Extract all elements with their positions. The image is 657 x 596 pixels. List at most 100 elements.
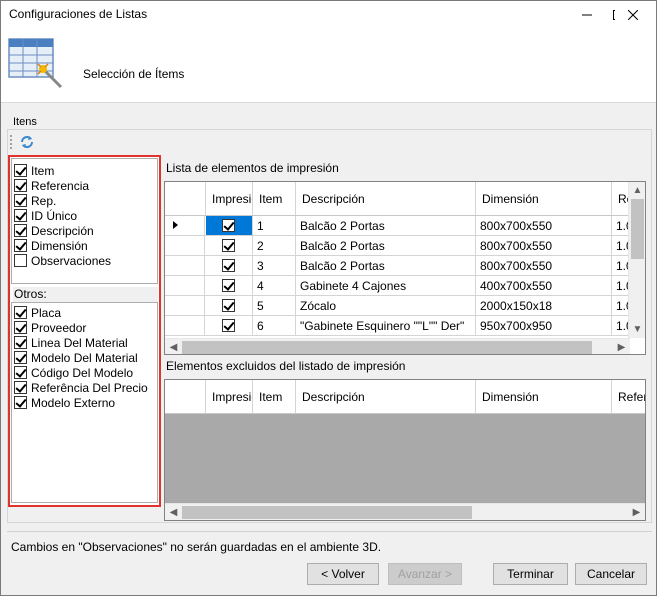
close-icon[interactable] bbox=[610, 1, 656, 29]
print-checkbox[interactable] bbox=[222, 259, 235, 272]
header-impresion[interactable]: Impresió bbox=[206, 380, 253, 413]
cell-item[interactable]: 3 bbox=[253, 256, 296, 275]
maximize-icon[interactable] bbox=[569, 1, 615, 29]
header-descripcion[interactable]: Descripción bbox=[296, 182, 476, 215]
row-selector[interactable] bbox=[165, 236, 205, 255]
checkbox[interactable] bbox=[14, 321, 27, 334]
cell-descripcion[interactable]: "Gabinete Esquinero ""L"" Der" bbox=[296, 316, 476, 335]
checklist-item-referencia-precio[interactable]: Referência Del Precio bbox=[14, 380, 148, 395]
cell-descripcion[interactable]: Balcão 2 Portas bbox=[296, 236, 476, 255]
header-item[interactable]: Item bbox=[253, 380, 296, 413]
cell-impresion[interactable] bbox=[206, 216, 253, 235]
cell-dimension[interactable]: 800x700x550 bbox=[476, 236, 612, 255]
cell-item[interactable]: 6 bbox=[253, 316, 296, 335]
row-selector[interactable] bbox=[165, 276, 205, 295]
print-checkbox[interactable] bbox=[222, 219, 235, 232]
table-row[interactable]: 1 Balcão 2 Portas 800x700x550 1.0 bbox=[165, 216, 645, 236]
checkbox[interactable] bbox=[14, 336, 27, 349]
cell-descripcion[interactable]: Zócalo bbox=[296, 296, 476, 315]
checklist-item-linea-material[interactable]: Linea Del Material bbox=[14, 335, 128, 350]
checklist-item-item[interactable]: Item bbox=[14, 163, 54, 178]
checklist-item-descripcion[interactable]: Descripción bbox=[14, 223, 94, 238]
checklist-item-observaciones[interactable]: Observaciones bbox=[14, 253, 111, 268]
cell-descripcion[interactable]: Balcão 2 Portas bbox=[296, 216, 476, 235]
scroll-right-icon[interactable]: ▶ bbox=[613, 339, 630, 354]
cell-dimension[interactable]: 2000x150x18 bbox=[476, 296, 612, 315]
checkbox[interactable] bbox=[14, 381, 27, 394]
table-row[interactable]: 4 Gabinete 4 Cajones 400x700x550 1.0 bbox=[165, 276, 645, 296]
table-row[interactable]: 5 Zócalo 2000x150x18 1.0 bbox=[165, 296, 645, 316]
cell-impresion[interactable] bbox=[206, 316, 253, 335]
cell-item[interactable]: 2 bbox=[253, 236, 296, 255]
finish-button[interactable]: Terminar bbox=[493, 563, 568, 585]
header-referencia[interactable]: Refere bbox=[612, 380, 645, 413]
print-checkbox[interactable] bbox=[222, 279, 235, 292]
checkbox[interactable] bbox=[14, 396, 27, 409]
print-checkbox[interactable] bbox=[222, 299, 235, 312]
cell-item[interactable]: 1 bbox=[253, 216, 296, 235]
scroll-thumb[interactable] bbox=[182, 341, 592, 354]
cell-impresion[interactable] bbox=[206, 276, 253, 295]
row-selector[interactable] bbox=[165, 256, 205, 275]
checkbox[interactable] bbox=[14, 209, 27, 222]
cell-item[interactable]: 5 bbox=[253, 296, 296, 315]
cell-item[interactable]: 4 bbox=[253, 276, 296, 295]
print-checkbox[interactable] bbox=[222, 319, 235, 332]
cell-dimension[interactable]: 800x700x550 bbox=[476, 256, 612, 275]
row-selector[interactable] bbox=[165, 316, 205, 335]
cell-impresion[interactable] bbox=[206, 296, 253, 315]
header-dimension[interactable]: Dimensión bbox=[476, 380, 612, 413]
header-impresion[interactable]: Impresió bbox=[206, 182, 253, 215]
next-button[interactable]: Avanzar > bbox=[388, 563, 462, 585]
checkbox[interactable] bbox=[14, 194, 27, 207]
cell-dimension[interactable]: 800x700x550 bbox=[476, 216, 612, 235]
checkbox[interactable] bbox=[14, 179, 27, 192]
scroll-right-icon[interactable]: ▶ bbox=[628, 504, 645, 520]
excluded-grid-hscroll[interactable]: ◀ ▶ bbox=[165, 503, 645, 520]
scroll-up-icon[interactable]: ▲ bbox=[629, 182, 645, 199]
cell-descripcion[interactable]: Balcão 2 Portas bbox=[296, 256, 476, 275]
checklist-item-placa[interactable]: Placa bbox=[14, 305, 61, 320]
cancel-button[interactable]: Cancelar bbox=[575, 563, 647, 585]
table-row[interactable]: 3 Balcão 2 Portas 800x700x550 1.0 bbox=[165, 256, 645, 276]
back-button[interactable]: < Volver bbox=[307, 563, 379, 585]
cell-dimension[interactable]: 400x700x550 bbox=[476, 276, 612, 295]
cell-impresion[interactable] bbox=[206, 256, 253, 275]
checkbox[interactable] bbox=[14, 306, 27, 319]
cell-dimension[interactable]: 950x700x950 bbox=[476, 316, 612, 335]
table-row[interactable]: 6 "Gabinete Esquinero ""L"" Der" 950x700x9… bbox=[165, 316, 645, 336]
header-item[interactable]: Item bbox=[253, 182, 296, 215]
checklist-item-rep[interactable]: Rep. bbox=[14, 193, 56, 208]
checkbox[interactable] bbox=[14, 254, 27, 267]
checklist-item-id-unico[interactable]: ID Único bbox=[14, 208, 77, 223]
columns-checklist[interactable]: Item Referencia Rep. ID Único Descripció… bbox=[11, 158, 158, 284]
refresh-icon[interactable] bbox=[19, 134, 35, 150]
otros-checklist[interactable]: Placa Proveedor Linea Del Material Model… bbox=[11, 302, 158, 503]
scroll-down-icon[interactable]: ▼ bbox=[629, 321, 645, 338]
checklist-item-modelo-material[interactable]: Modelo Del Material bbox=[14, 350, 138, 365]
checkbox[interactable] bbox=[14, 164, 27, 177]
cell-impresion[interactable] bbox=[206, 236, 253, 255]
print-checkbox[interactable] bbox=[222, 239, 235, 252]
checklist-item-proveedor[interactable]: Proveedor bbox=[14, 320, 86, 335]
checkbox[interactable] bbox=[14, 239, 27, 252]
scroll-left-icon[interactable]: ◀ bbox=[165, 504, 182, 520]
checklist-item-referencia[interactable]: Referencia bbox=[14, 178, 89, 193]
scroll-thumb[interactable] bbox=[631, 199, 644, 259]
header-dimension[interactable]: Dimensión bbox=[476, 182, 612, 215]
row-selector[interactable] bbox=[165, 296, 205, 315]
print-grid-hscroll[interactable]: ◀ ▶ bbox=[165, 338, 630, 354]
checkbox[interactable] bbox=[14, 224, 27, 237]
checkbox[interactable] bbox=[14, 351, 27, 364]
checklist-item-codigo-modelo[interactable]: Código Del Modelo bbox=[14, 365, 133, 380]
checkbox[interactable] bbox=[14, 366, 27, 379]
header-descripcion[interactable]: Descripción bbox=[296, 380, 476, 413]
checklist-item-dimension[interactable]: Dimensión bbox=[14, 238, 88, 253]
scroll-thumb[interactable] bbox=[182, 506, 472, 519]
table-row[interactable]: 2 Balcão 2 Portas 800x700x550 1.0 bbox=[165, 236, 645, 256]
cell-descripcion[interactable]: Gabinete 4 Cajones bbox=[296, 276, 476, 295]
checklist-item-modelo-externo[interactable]: Modelo Externo bbox=[14, 395, 115, 410]
row-selector[interactable] bbox=[165, 216, 205, 235]
scroll-left-icon[interactable]: ◀ bbox=[165, 339, 182, 354]
print-grid-vscroll[interactable]: ▲ ▼ bbox=[628, 182, 645, 338]
